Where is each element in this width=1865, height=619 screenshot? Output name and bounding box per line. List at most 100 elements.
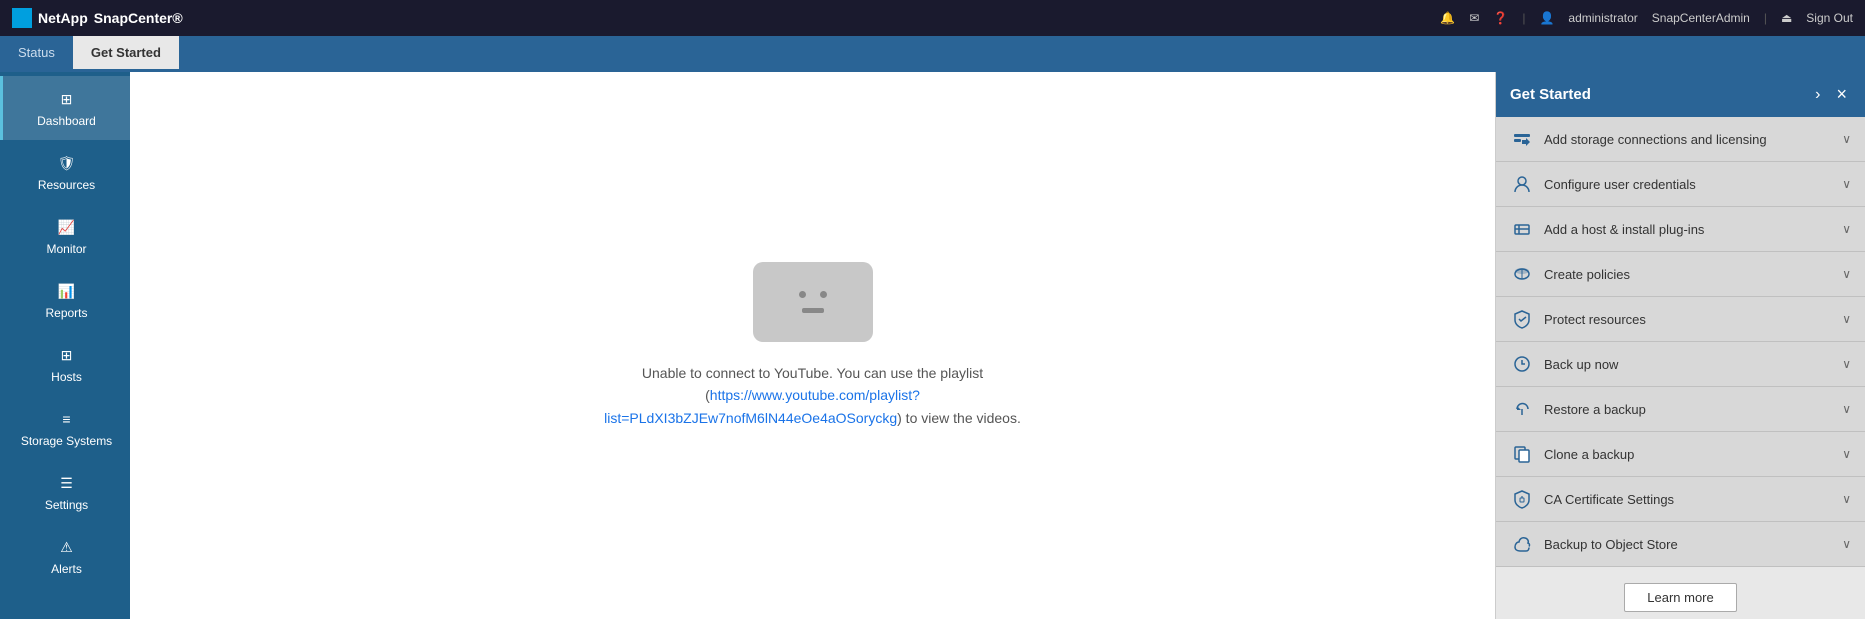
yt-mouth bbox=[802, 308, 824, 313]
right-panel-header-actions: › × bbox=[1811, 82, 1851, 107]
panel-next-button[interactable]: › bbox=[1811, 84, 1824, 106]
panel-item-add-storage-left: Add storage connections and licensing bbox=[1510, 127, 1767, 151]
restore-backup-label: Restore a backup bbox=[1544, 402, 1646, 417]
panel-item-backup-object-store-left: Backup to Object Store bbox=[1510, 532, 1678, 556]
clone-backup-label: Clone a backup bbox=[1544, 447, 1634, 462]
add-storage-icon bbox=[1510, 127, 1534, 151]
yt-face bbox=[799, 291, 827, 313]
panel-item-back-up-now[interactable]: Back up now ∨ bbox=[1496, 342, 1865, 387]
youtube-placeholder: Unable to connect to YouTube. You can us… bbox=[603, 262, 1023, 429]
separator-2: | bbox=[1764, 11, 1767, 25]
panel-item-restore-backup[interactable]: Restore a backup ∨ bbox=[1496, 387, 1865, 432]
sidebar-item-settings[interactable]: ☰ Settings bbox=[0, 460, 130, 524]
mail-icon[interactable]: ✉ bbox=[1469, 11, 1479, 25]
username[interactable]: administrator bbox=[1568, 11, 1637, 25]
netapp-logo-icon bbox=[12, 8, 32, 28]
right-panel-header: Get Started › × bbox=[1496, 72, 1865, 117]
ca-cert-icon bbox=[1510, 487, 1534, 511]
reports-icon: 📊 bbox=[56, 280, 78, 302]
panel-item-create-policies-left: Create policies bbox=[1510, 262, 1630, 286]
panel-item-add-host[interactable]: Add a host & install plug-ins ∨ bbox=[1496, 207, 1865, 252]
configure-creds-label: Configure user credentials bbox=[1544, 177, 1696, 192]
sidebar-item-dashboard-label: Dashboard bbox=[37, 114, 96, 128]
sidebar-item-resources-label: Resources bbox=[38, 178, 95, 192]
panel-item-create-policies[interactable]: Create policies ∨ bbox=[1496, 252, 1865, 297]
right-panel-title: Get Started bbox=[1510, 86, 1591, 103]
help-icon[interactable]: ❓ bbox=[1493, 11, 1508, 25]
back-up-now-label: Back up now bbox=[1544, 357, 1618, 372]
panel-item-restore-backup-left: Restore a backup bbox=[1510, 397, 1646, 421]
sidebar-item-reports[interactable]: 📊 Reports bbox=[0, 268, 130, 332]
add-host-chevron: ∨ bbox=[1842, 222, 1851, 236]
backup-object-store-chevron: ∨ bbox=[1842, 537, 1851, 551]
panel-item-add-storage[interactable]: Add storage connections and licensing ∨ bbox=[1496, 117, 1865, 162]
topbar: NetApp SnapCenter® 🔔 ✉ ❓ | 👤 administrat… bbox=[0, 0, 1865, 36]
backup-object-store-label: Backup to Object Store bbox=[1544, 537, 1678, 552]
panel-item-protect-resources[interactable]: Protect resources ∨ bbox=[1496, 297, 1865, 342]
ca-cert-chevron: ∨ bbox=[1842, 492, 1851, 506]
resources-icon: 🛡 bbox=[56, 152, 78, 174]
panel-item-configure-creds[interactable]: Configure user credentials ∨ bbox=[1496, 162, 1865, 207]
panel-item-back-up-now-left: Back up now bbox=[1510, 352, 1618, 376]
content-area: Unable to connect to YouTube. You can us… bbox=[130, 72, 1495, 619]
settings-icon: ☰ bbox=[56, 472, 78, 494]
sidebar-item-storage-label: Storage Systems bbox=[21, 434, 112, 448]
youtube-link[interactable]: https://www.youtube.com/playlist?list=PL… bbox=[604, 387, 920, 425]
main-layout: ⊞ Dashboard 🛡 Resources 📈 Monitor 📊 Repo… bbox=[0, 72, 1865, 619]
learn-more-button[interactable]: Learn more bbox=[1624, 583, 1736, 612]
panel-item-backup-object-store[interactable]: Backup to Object Store ∨ bbox=[1496, 522, 1865, 567]
tenant-name[interactable]: SnapCenterAdmin bbox=[1652, 11, 1750, 25]
panel-item-configure-creds-left: Configure user credentials bbox=[1510, 172, 1696, 196]
backup-object-store-icon bbox=[1510, 532, 1534, 556]
create-policies-icon bbox=[1510, 262, 1534, 286]
sidebar-item-alerts-label: Alerts bbox=[51, 562, 82, 576]
youtube-error-message: Unable to connect to YouTube. You can us… bbox=[603, 362, 1023, 429]
add-host-icon bbox=[1510, 217, 1534, 241]
notification-icon[interactable]: 🔔 bbox=[1440, 11, 1455, 25]
add-storage-label: Add storage connections and licensing bbox=[1544, 132, 1767, 147]
product-name: SnapCenter® bbox=[94, 10, 183, 26]
storage-icon: ≡ bbox=[56, 408, 78, 430]
sidebar-item-monitor[interactable]: 📈 Monitor bbox=[0, 204, 130, 268]
sidebar-item-hosts[interactable]: ⊞ Hosts bbox=[0, 332, 130, 396]
user-icon: 👤 bbox=[1539, 11, 1554, 25]
youtube-error-icon bbox=[753, 262, 873, 342]
panel-close-button[interactable]: × bbox=[1832, 82, 1851, 107]
separator-1: | bbox=[1522, 11, 1525, 25]
panel-item-protect-resources-left: Protect resources bbox=[1510, 307, 1646, 331]
sidebar-item-hosts-label: Hosts bbox=[51, 370, 82, 384]
yt-eye-left bbox=[799, 291, 806, 298]
sidebar-item-resources[interactable]: 🛡 Resources bbox=[0, 140, 130, 204]
protect-resources-chevron: ∨ bbox=[1842, 312, 1851, 326]
configure-creds-chevron: ∨ bbox=[1842, 177, 1851, 191]
sidebar-item-alerts[interactable]: ⚠ Alerts bbox=[0, 524, 130, 588]
brand-name: NetApp bbox=[38, 10, 88, 26]
sidebar-item-monitor-label: Monitor bbox=[46, 242, 86, 256]
protect-resources-label: Protect resources bbox=[1544, 312, 1646, 327]
ca-cert-label: CA Certificate Settings bbox=[1544, 492, 1674, 507]
monitor-icon: 📈 bbox=[56, 216, 78, 238]
alerts-icon: ⚠ bbox=[56, 536, 78, 558]
signout-button[interactable]: Sign Out bbox=[1806, 11, 1853, 25]
panel-footer: Learn more bbox=[1496, 567, 1865, 619]
yt-eyes bbox=[799, 291, 827, 298]
panel-item-clone-backup[interactable]: Clone a backup ∨ bbox=[1496, 432, 1865, 477]
sidebar-item-settings-label: Settings bbox=[45, 498, 88, 512]
brand-area: NetApp SnapCenter® bbox=[12, 8, 183, 28]
create-policies-label: Create policies bbox=[1544, 267, 1630, 282]
protect-resources-icon bbox=[1510, 307, 1534, 331]
sidebar-item-reports-label: Reports bbox=[45, 306, 87, 320]
tab-status[interactable]: Status bbox=[0, 36, 73, 72]
sidebar-item-dashboard[interactable]: ⊞ Dashboard bbox=[0, 76, 130, 140]
signout-icon: ⏏ bbox=[1781, 11, 1792, 25]
back-up-now-chevron: ∨ bbox=[1842, 357, 1851, 371]
panel-item-ca-cert-left: CA Certificate Settings bbox=[1510, 487, 1674, 511]
sidebar-item-storage-systems[interactable]: ≡ Storage Systems bbox=[0, 396, 130, 460]
topbar-actions: 🔔 ✉ ❓ | 👤 administrator SnapCenterAdmin … bbox=[1440, 11, 1853, 25]
panel-item-ca-cert[interactable]: CA Certificate Settings ∨ bbox=[1496, 477, 1865, 522]
clone-backup-icon bbox=[1510, 442, 1534, 466]
clone-backup-chevron: ∨ bbox=[1842, 447, 1851, 461]
back-up-now-icon bbox=[1510, 352, 1534, 376]
tab-get-started[interactable]: Get Started bbox=[73, 36, 179, 72]
dashboard-icon: ⊞ bbox=[56, 88, 78, 110]
